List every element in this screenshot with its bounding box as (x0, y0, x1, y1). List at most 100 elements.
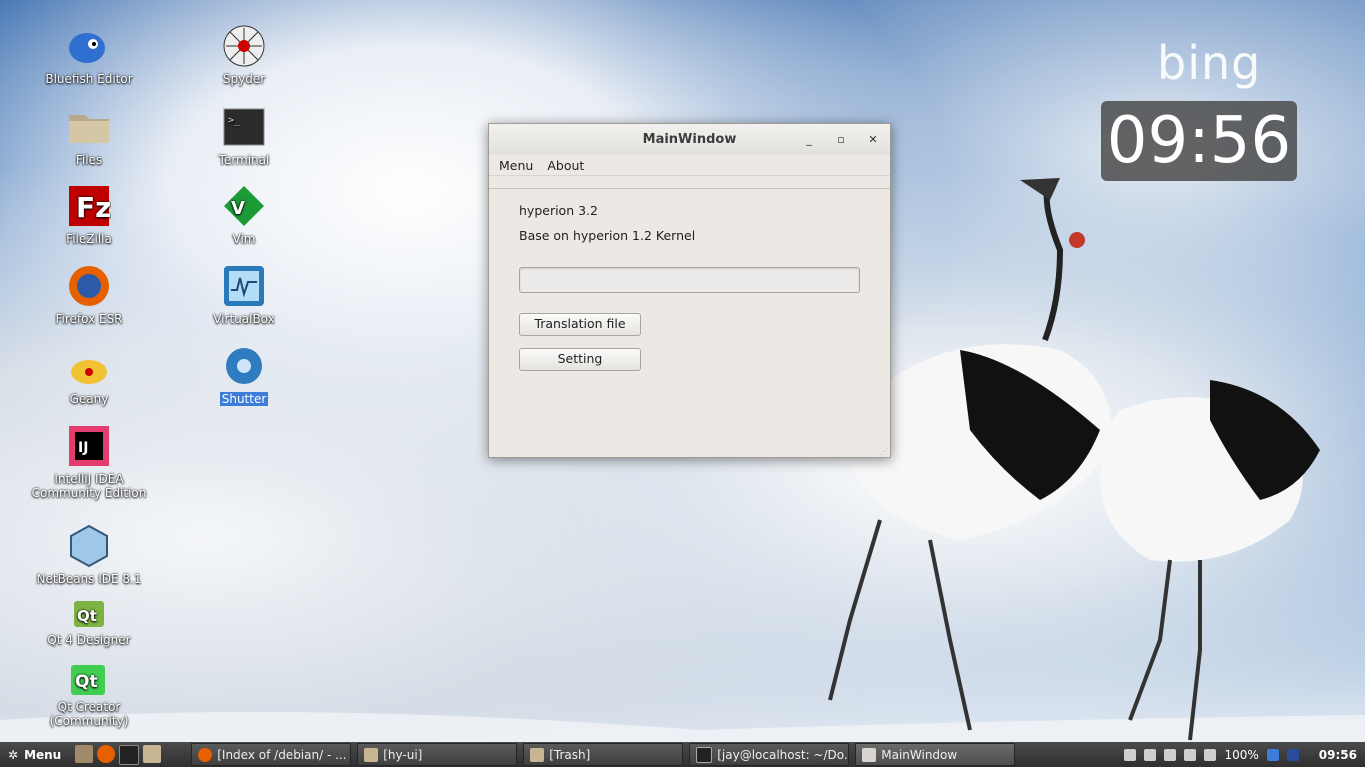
translation-file-button[interactable]: Translation file (519, 313, 641, 336)
firefox-launch-icon[interactable] (97, 744, 116, 763)
desktop-icon-label: Firefox ESR (55, 312, 123, 326)
desktop-icon-label: VirtualBox (213, 312, 275, 326)
keyboard-icon[interactable] (1286, 748, 1299, 761)
quick-launch (75, 744, 162, 765)
task-label: [jay@localhost: ~/Do... (717, 747, 850, 762)
desktop-icon-label: Vim (232, 232, 256, 246)
terminal-launch-icon[interactable] (119, 744, 140, 765)
system-tray: 100% 09:56 (1124, 748, 1365, 762)
desktop-icon-label: Bluefish Editor (45, 72, 133, 86)
netbeans-icon (65, 522, 113, 570)
bluefish-icon (65, 22, 113, 70)
folder-icon (530, 747, 545, 762)
desktop-icon-label: Terminal (218, 153, 270, 167)
desktop-icon-terminal[interactable]: >_ Terminal (184, 103, 304, 167)
folder-icon (364, 747, 379, 762)
svg-text:V: V (231, 198, 245, 219)
version-label: hyperion 3.2 (519, 203, 598, 218)
tray-window-icon[interactable] (1124, 748, 1137, 761)
window-toolbar (489, 175, 890, 189)
shutter-icon (220, 342, 268, 390)
task-trash[interactable]: [Trash] (523, 743, 684, 766)
start-menu-label: Menu (24, 747, 62, 762)
volume-icon[interactable] (1184, 748, 1197, 761)
start-menu-button[interactable]: ✲ Menu (0, 748, 69, 762)
task-label: MainWindow (881, 747, 958, 762)
window-titlebar[interactable]: MainWindow _ ▫ ✕ (489, 124, 890, 155)
main-window: MainWindow _ ▫ ✕ Menu About hyperion 3.2… (488, 123, 891, 458)
vim-icon: V (220, 182, 268, 230)
bing-logo: bing (1157, 36, 1262, 90)
maximize-icon[interactable]: ▫ (832, 131, 850, 149)
qt-creator-icon: Qt (65, 662, 113, 698)
desktop-icon-filezilla[interactable]: Fz FileZilla (29, 182, 149, 246)
task-terminal[interactable]: [jay@localhost: ~/Do... (689, 743, 850, 766)
intellij-icon: IJ (65, 422, 113, 470)
kernel-label: Base on hyperion 1.2 Kernel (519, 228, 696, 243)
svg-text:Qt: Qt (75, 672, 98, 692)
desktop-icon-label: IntelliJ IDEA Community Edition (31, 472, 147, 500)
geany-icon (65, 342, 113, 390)
desktop-icon-netbeans[interactable]: NetBeans IDE 8.1 (29, 522, 149, 586)
desktop-icon-label: Spyder (222, 72, 266, 86)
desktop-icon-label: FileZilla (66, 232, 112, 246)
desktop-icon-virtualbox[interactable]: VirtualBox (184, 262, 304, 326)
update-icon[interactable] (1266, 748, 1279, 761)
virtualbox-icon (220, 262, 268, 310)
minimize-icon[interactable]: _ (800, 131, 818, 149)
filezilla-icon: Fz (65, 182, 113, 230)
desktop-icon-label: NetBeans IDE 8.1 (36, 572, 142, 586)
window-content: hyperion 3.2 Base on hyperion 1.2 Kernel… (489, 189, 890, 383)
desktop-icon-files[interactable]: Files (29, 103, 149, 167)
desktop-icon-shutter[interactable]: Shutter (184, 342, 304, 406)
task-hy-ui[interactable]: [hy-ui] (357, 743, 518, 766)
desktop-icon-label: Shutter (219, 392, 269, 406)
spyder-icon (220, 22, 268, 70)
desktop-icon-spyder[interactable]: Spyder (184, 22, 304, 86)
task-firefox[interactable]: [Index of /debian/ - ... (191, 743, 352, 766)
desktop-icon-qt-creator[interactable]: Qt Qt Creator (Community) (29, 662, 149, 728)
desktop-icon-vim[interactable]: V Vim (184, 182, 304, 246)
desktop-icon-label: Qt 4 Designer (47, 633, 131, 647)
terminal-icon (696, 746, 713, 763)
desktop-icon-qt4-designer[interactable]: Qt Qt 4 Designer (29, 597, 149, 647)
desktop-icon-label: Geany (69, 392, 109, 406)
svg-text:IJ: IJ (78, 440, 88, 456)
window-menubar: Menu About (489, 155, 890, 175)
folder-icon (65, 103, 113, 151)
task-label: [Trash] (549, 747, 591, 762)
close-icon[interactable]: ✕ (864, 131, 882, 149)
terminal-icon: >_ (220, 103, 268, 151)
firefox-icon (198, 747, 213, 762)
menu-menu[interactable]: Menu (499, 158, 533, 173)
task-label: [hy-ui] (383, 747, 423, 762)
desktop-icon-label: Files (75, 153, 103, 167)
resize-grip-icon[interactable]: ⋰ (880, 447, 888, 456)
window-icon (862, 747, 877, 762)
setting-button[interactable]: Setting (519, 348, 641, 371)
desktop-clock: 09:56 (1101, 101, 1297, 181)
desktop-icon-label: Qt Creator (Community) (49, 700, 129, 728)
desktop-icon-firefox[interactable]: Firefox ESR (29, 262, 149, 326)
task-label: [Index of /debian/ - ... (217, 747, 347, 762)
text-input[interactable] (519, 267, 860, 293)
svg-text:Fz: Fz (76, 191, 111, 224)
battery-icon[interactable] (1204, 748, 1217, 761)
firefox-icon (65, 262, 113, 310)
desktop-icon-bluefish[interactable]: Bluefish Editor (29, 22, 149, 86)
svg-text:Qt: Qt (77, 607, 97, 625)
show-desktop-icon[interactable] (75, 744, 94, 763)
qt-designer-icon: Qt (65, 597, 113, 631)
task-mainwindow[interactable]: MainWindow (855, 743, 1016, 766)
user-icon[interactable] (1144, 748, 1157, 761)
desktop-icon-intellij[interactable]: IJ IntelliJ IDEA Community Edition (29, 422, 149, 500)
menu-about[interactable]: About (547, 158, 584, 173)
taskbar-clock[interactable]: 09:56 (1319, 748, 1357, 762)
menu-gear-icon: ✲ (8, 747, 19, 762)
taskbar: ✲ Menu [Index of /debian/ - ... [hy-ui] … (0, 742, 1365, 767)
network-icon[interactable] (1164, 748, 1177, 761)
battery-percent: 100% (1224, 747, 1259, 762)
svg-text:>_: >_ (228, 115, 241, 126)
desktop-icon-geany[interactable]: Geany (29, 342, 149, 406)
files-launch-icon[interactable] (143, 744, 162, 763)
